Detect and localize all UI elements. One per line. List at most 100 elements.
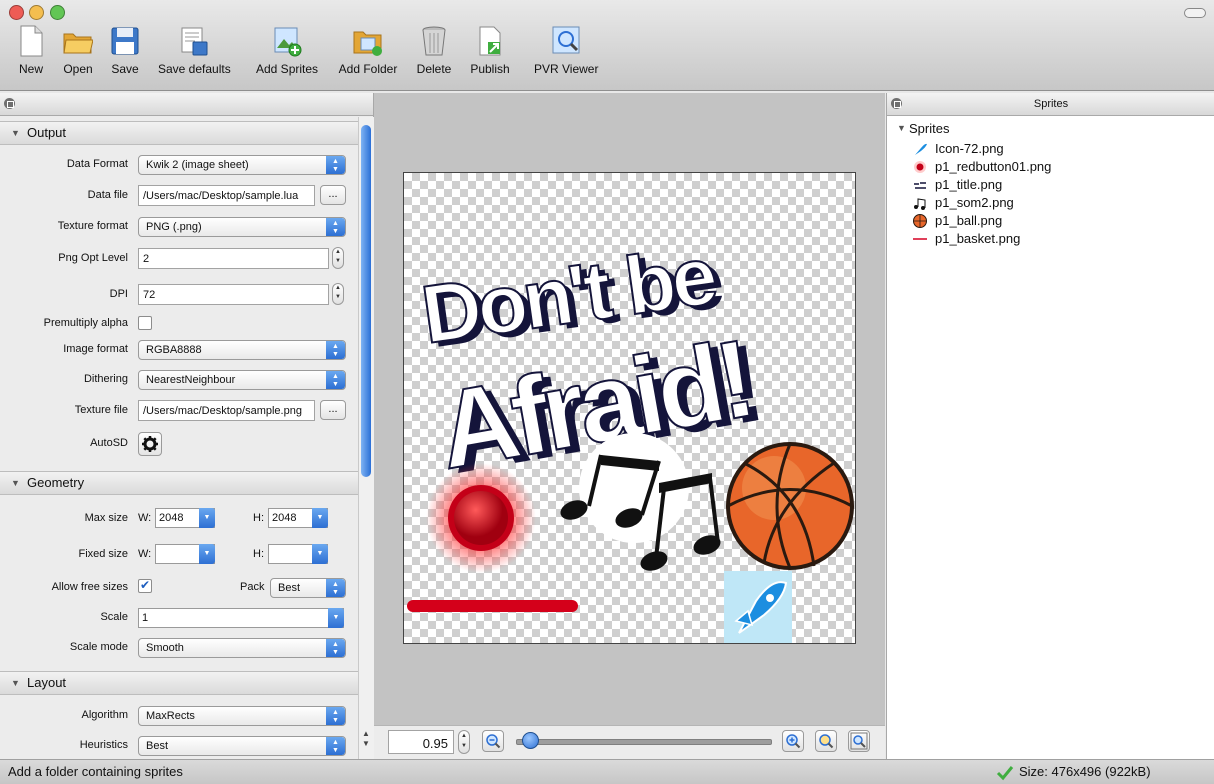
status-message: Add a folder containing sprites [8,764,183,779]
zoom-actual-size-button[interactable] [815,730,837,752]
new-label: New [18,62,43,76]
output-section-header[interactable]: ▼ Output [0,121,358,145]
pack-select[interactable]: Best ▲ ▼ [270,578,346,598]
png-opt-level-value: 2 [143,253,150,265]
delete-label: Delete [416,62,452,76]
settings-panel-header [0,93,373,116]
max-width-combo[interactable]: 2048 ▼ [155,508,215,528]
publish-icon [475,24,505,58]
scroll-arrows-icon[interactable]: ▲ ▼ [362,729,370,749]
texture-format-select[interactable]: PNG (.png) ▲ ▼ [138,217,346,237]
heuristics-select[interactable]: Best ▲ ▼ [138,736,346,756]
delete-button[interactable]: Delete [416,24,452,76]
zoom-out-icon [486,734,501,749]
select-arrows-icon: ▲ ▼ [326,639,345,657]
dpi-field[interactable]: 72 [138,284,329,305]
sprite-sheet-preview[interactable]: Don't be Don't be Afraid! Afraid! [403,172,856,644]
save-defaults-label: Save defaults [158,62,231,76]
premultiply-alpha-checkbox[interactable] [138,316,152,330]
new-button[interactable]: New [16,24,46,76]
autosd-settings-button[interactable] [138,432,162,456]
dithering-select[interactable]: NearestNeighbour ▲ ▼ [138,370,346,390]
detach-panel-icon[interactable] [4,98,15,109]
red-dot-icon [914,161,926,173]
sprites-group-row[interactable]: ▼ Sprites [887,118,1214,138]
scale-combo[interactable]: 1 ▼ [138,608,344,628]
add-sprites-button[interactable]: Add Sprites [256,24,318,76]
chevron-down-icon: ▼ [199,508,215,528]
fixed-size-label: Fixed size [78,548,128,560]
texture-file-value: /Users/mac/Desktop/sample.png [143,405,302,417]
disclosure-triangle-icon: ▼ [11,128,20,138]
heuristics-label: Heuristics [79,739,128,751]
zoom-field[interactable]: 0.95 [388,730,454,754]
texture-file-browse-button[interactable]: ... [320,400,346,420]
algorithm-select[interactable]: MaxRects ▲ ▼ [138,706,346,726]
geometry-section-title: Geometry [27,475,85,490]
checkmark-icon [996,766,1014,781]
heuristics-value: Best [146,740,169,752]
red-line-icon [913,238,927,240]
image-format-select[interactable]: RGBA8888 ▲ ▼ [138,340,346,360]
add-folder-button[interactable]: Add Folder [338,24,398,76]
select-arrows-icon: ▲ ▼ [326,737,345,755]
output-section-title: Output [27,125,67,140]
data-file-browse-button[interactable]: ... [320,185,346,205]
fixed-width-combo[interactable]: ▼ [155,544,215,564]
png-opt-level-field[interactable]: 2 [138,248,329,269]
chevron-down-icon: ▼ [199,544,215,564]
geometry-section-header[interactable]: ▼ Geometry [0,471,358,495]
dpi-stepper[interactable]: ▲ ▼ [332,283,344,305]
sprite-name: p1_ball.png [935,213,1003,228]
minimize-window-button[interactable] [29,5,44,20]
basketball-icon [913,214,927,228]
zoom-stepper[interactable]: ▲ ▼ [458,730,470,754]
gear-icon [142,436,158,452]
max-height-combo[interactable]: 2048 ▼ [268,508,328,528]
data-format-select[interactable]: Kwik 2 (image sheet) ▲ ▼ [138,155,346,175]
save-button[interactable]: Save [110,24,140,76]
png-opt-level-stepper[interactable]: ▲ ▼ [332,247,344,269]
scrollbar-thumb[interactable] [361,125,371,477]
zoom-slider-thumb[interactable] [521,732,539,749]
sprites-panel-title: Sprites [1033,98,1069,110]
trash-can-icon [419,24,449,58]
toolbar-toggle-button[interactable] [1184,8,1206,18]
red-button-sprite [426,463,536,573]
close-window-button[interactable] [9,5,24,20]
sprites-group-label: Sprites [909,121,950,136]
allow-free-sizes-checkbox[interactable]: ✔ [138,579,152,593]
zoom-window-button[interactable] [50,5,65,20]
layout-section-header[interactable]: ▼ Layout [0,671,358,695]
sprite-sheet-art: Don't be Don't be Afraid! Afraid! [407,229,854,643]
settings-scrollbar[interactable]: ▲ ▼ [358,117,374,759]
save-defaults-button[interactable]: Save defaults [158,24,231,76]
chevron-down-icon: ▼ [312,544,328,564]
scale-mode-select[interactable]: Smooth ▲ ▼ [138,638,346,658]
publish-button[interactable]: Publish [470,24,510,76]
zoom-fit-button[interactable] [848,730,870,752]
data-file-field[interactable]: /Users/mac/Desktop/sample.lua [138,185,315,206]
sprite-name: p1_basket.png [935,231,1021,246]
texture-file-field[interactable]: /Users/mac/Desktop/sample.png [138,400,315,421]
save-defaults-icon [179,24,209,58]
size-info: Size: 476x496 (922kB) [1019,764,1151,779]
sprite-name: Icon-72.png [935,141,1004,156]
basketball-sprite [726,442,854,570]
zoom-slider-track[interactable] [516,739,772,745]
sprites-panel-header: Sprites [887,93,1214,116]
open-button[interactable]: Open [62,24,94,76]
dithering-label: Dithering [83,373,128,385]
dpi-value: 72 [143,289,156,301]
image-format-label: Image format [63,343,128,355]
algorithm-value: MaxRects [146,710,195,722]
zoom-out-button[interactable] [482,730,504,752]
zoom-in-button[interactable] [782,730,804,752]
open-label: Open [63,62,93,76]
save-label: Save [111,62,139,76]
allow-free-sizes-label: Allow free sizes [51,581,128,593]
basket-line-sprite [407,600,578,612]
pvr-viewer-button[interactable]: PVR Viewer [534,24,598,76]
fixed-height-combo[interactable]: ▼ [268,544,328,564]
data-file-label: Data file [87,189,128,201]
